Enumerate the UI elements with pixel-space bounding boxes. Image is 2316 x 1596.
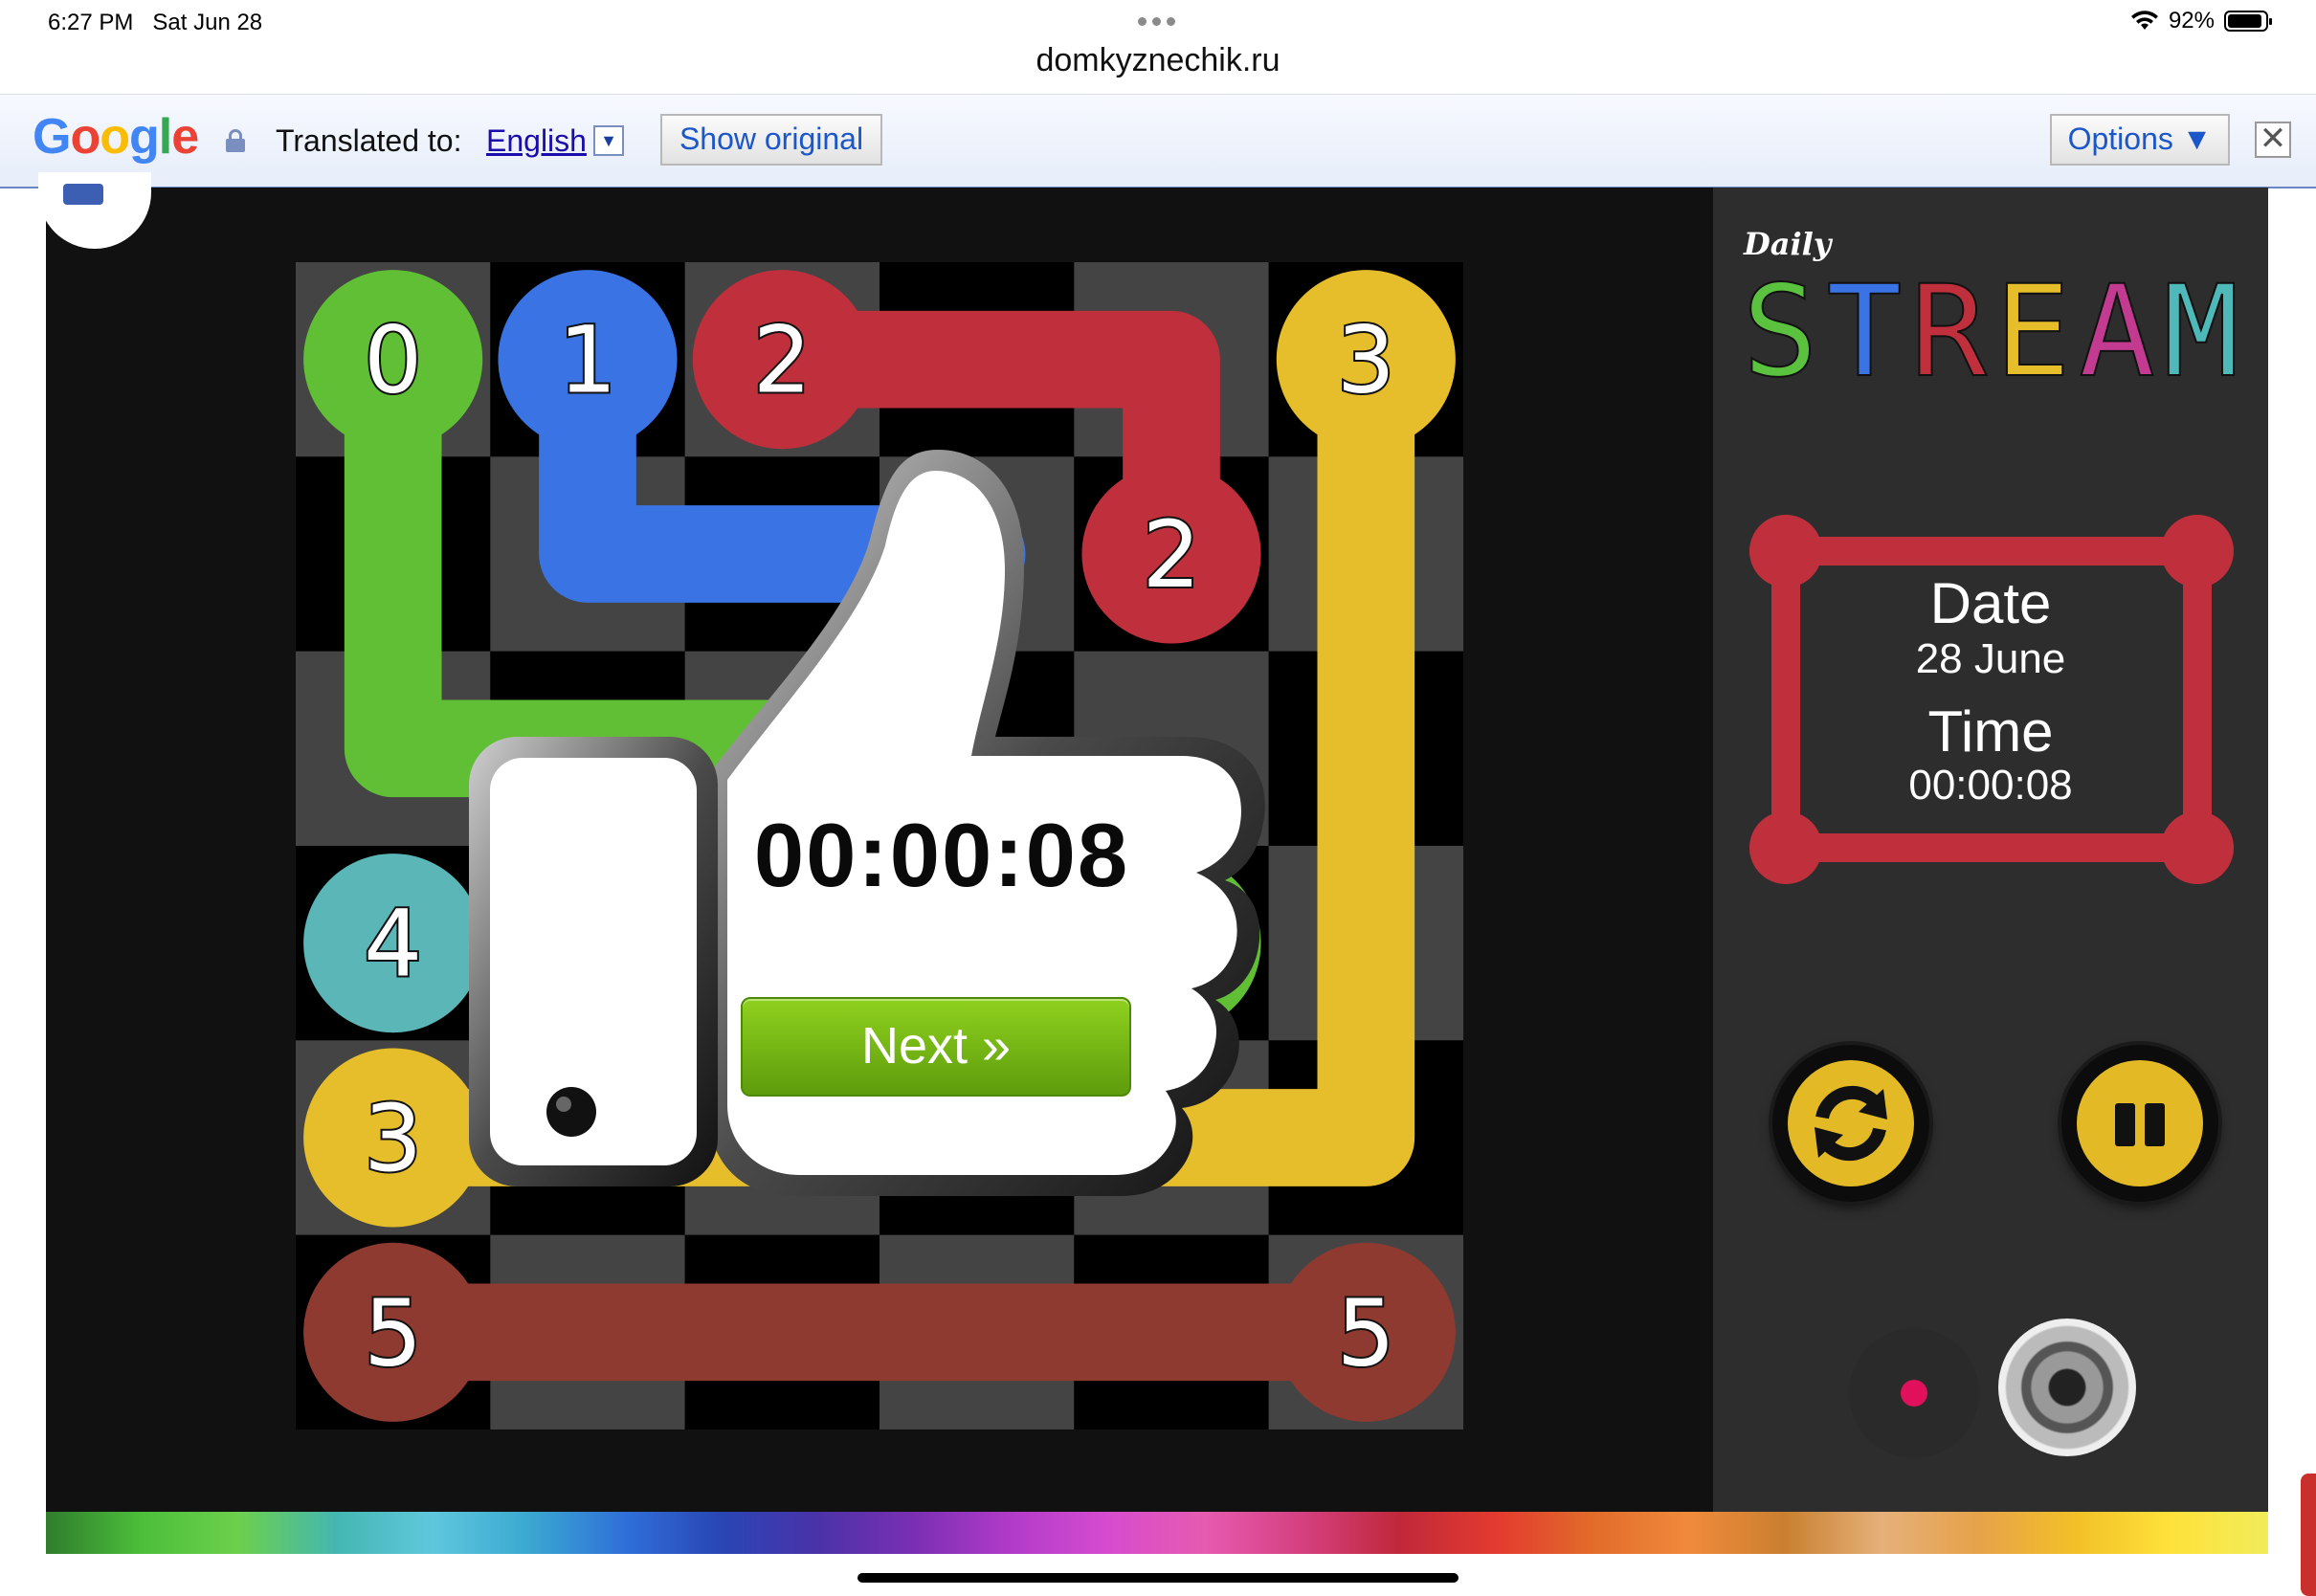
pause-button[interactable] bbox=[2061, 1045, 2218, 1202]
color-strip bbox=[46, 1512, 2268, 1554]
url-display[interactable]: domkyznechik.ru bbox=[0, 42, 2316, 79]
stream-logo: STREAM bbox=[1741, 268, 2239, 392]
google-logo-letter: l bbox=[158, 109, 172, 165]
google-logo-letter: g bbox=[128, 109, 160, 165]
google-logo-letter: G bbox=[33, 109, 71, 165]
status-right: 92% bbox=[2130, 8, 2272, 34]
translated-to-label: Translated to: bbox=[276, 123, 462, 158]
edge-tab bbox=[2301, 1474, 2316, 1596]
logo-daily: Daily bbox=[1744, 226, 1832, 262]
battery-icon bbox=[2224, 11, 2272, 32]
restart-button[interactable] bbox=[1772, 1045, 1929, 1202]
close-translate-button[interactable]: ✕ bbox=[2255, 122, 2291, 158]
language-link[interactable]: English bbox=[486, 123, 587, 159]
endpoint-number: 2 bbox=[753, 307, 812, 414]
stream-logo-letter: T bbox=[1826, 268, 1902, 392]
wifi-icon bbox=[2130, 11, 2158, 30]
options-button[interactable]: Options ▼ bbox=[2050, 114, 2230, 166]
endpoint-number: 3 bbox=[1337, 307, 1395, 414]
multitask-dots[interactable] bbox=[1135, 13, 1178, 31]
endpoint-number: 3 bbox=[364, 1085, 422, 1192]
time-label: Time bbox=[1927, 699, 2054, 764]
music-toggle[interactable] bbox=[1849, 1328, 1979, 1458]
home-indicator bbox=[857, 1573, 1459, 1583]
stream-logo-letter: M bbox=[2163, 268, 2238, 392]
lock-icon bbox=[226, 129, 245, 152]
status-time: 6:27 PM Sat Jun 28 bbox=[48, 10, 263, 35]
google-logo: Google bbox=[33, 108, 199, 166]
stream-logo-letter: S bbox=[1742, 268, 1817, 392]
language-dropdown-icon[interactable]: ▼ bbox=[593, 125, 624, 156]
endpoint-number: 5 bbox=[1337, 1279, 1395, 1386]
status-bar: 6:27 PM Sat Jun 28 92% domkyznechik.ru bbox=[0, 0, 2316, 78]
google-logo-letter: o bbox=[70, 109, 100, 165]
endpoint-number: 0 bbox=[364, 307, 422, 414]
stream-logo-letter: E bbox=[1994, 268, 2070, 392]
time-value: 00:00:08 bbox=[1908, 762, 2073, 809]
stream-logo-letter: R bbox=[1910, 268, 1987, 392]
date-label: Date bbox=[1929, 571, 2052, 635]
show-original-button[interactable]: Show original bbox=[660, 114, 882, 166]
chat-icon bbox=[63, 184, 103, 205]
sound-toggle[interactable] bbox=[1998, 1319, 2136, 1456]
endpoint-number: 4 bbox=[364, 891, 422, 998]
next-button[interactable]: Next » bbox=[741, 997, 1131, 1097]
stream-logo-letter: A bbox=[2079, 268, 2154, 392]
date-value: 28 June bbox=[1915, 635, 2066, 682]
endpoint-number: 1 bbox=[558, 307, 616, 414]
google-logo-letter: e bbox=[171, 109, 199, 165]
battery-percent: 92% bbox=[2168, 8, 2215, 33]
result-time: 00:00:08 bbox=[753, 805, 1130, 905]
google-logo-letter: o bbox=[100, 109, 130, 165]
endpoint-number: 5 bbox=[364, 1279, 422, 1386]
refresh-icon bbox=[1815, 1085, 1887, 1162]
translate-bar: Google Translated to: English ▼ Show ori… bbox=[0, 94, 2316, 188]
